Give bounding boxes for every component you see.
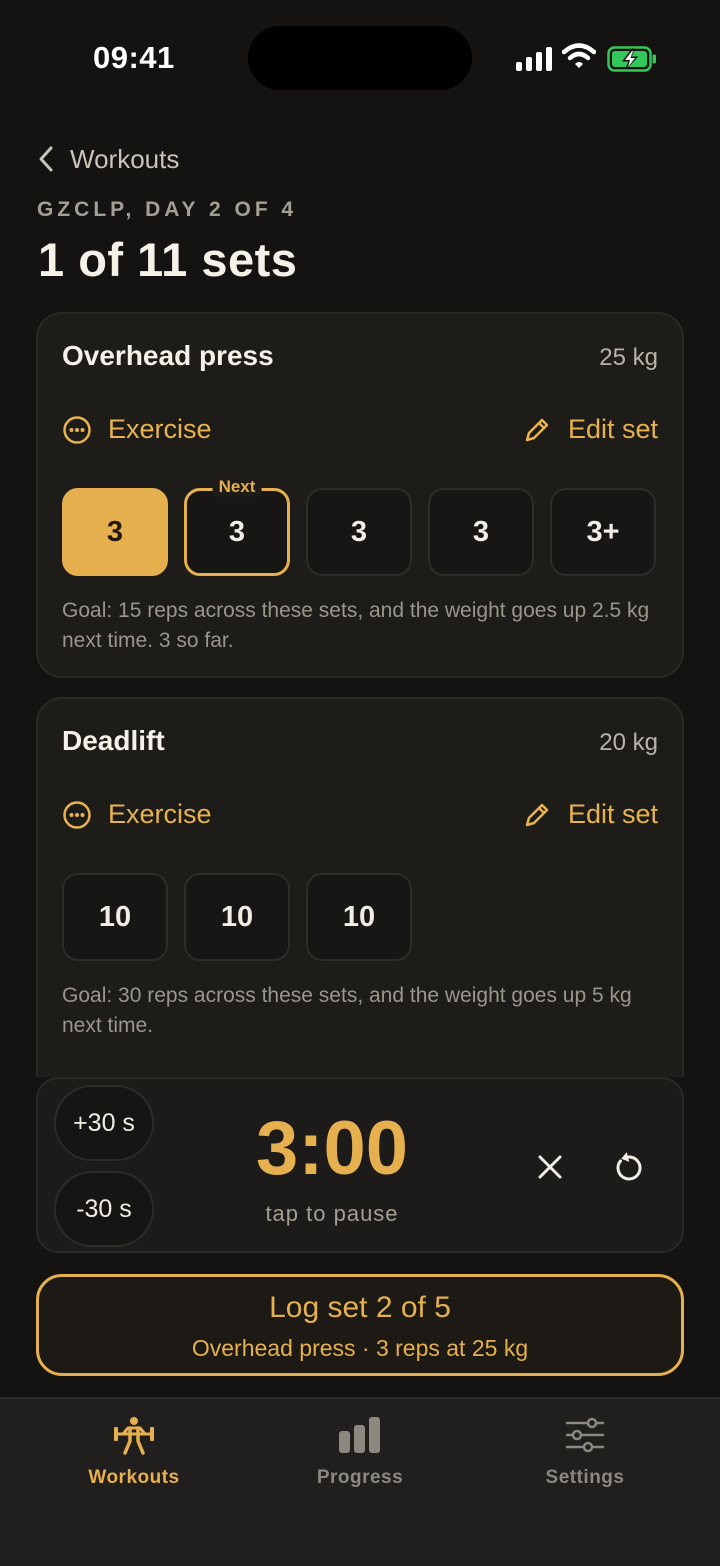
set-button-3[interactable]: 10: [306, 873, 412, 961]
tab-progress[interactable]: Progress: [270, 1413, 450, 1489]
exercise-card-deadlift: Deadlift 20 kg Exercise Edit set 10 10 1…: [36, 697, 684, 1077]
set-button-2[interactable]: Next 3: [184, 477, 290, 576]
exercise-goal: Goal: 15 reps across these sets, and the…: [62, 599, 650, 652]
sliders-icon: [565, 1417, 605, 1453]
set-reps: 3+: [586, 515, 620, 548]
tab-label: Workouts: [88, 1467, 180, 1488]
set-button-4[interactable]: 3: [428, 488, 534, 576]
set-reps: 10: [98, 900, 132, 933]
exercise-menu-label: Exercise: [108, 414, 212, 444]
log-set-title: Log set 2 of 5: [269, 1291, 451, 1324]
bar-chart-icon: [339, 1417, 380, 1453]
set-reps: 3: [350, 515, 368, 548]
log-set-subtitle: Overhead press · 3 reps at 25 kg: [191, 1335, 529, 1361]
exercise-menu-button[interactable]: Exercise: [62, 414, 212, 445]
timer-hint: tap to pause: [265, 1201, 399, 1226]
edit-set-button[interactable]: Edit set: [522, 799, 658, 830]
timer-value[interactable]: 3:00: [198, 1107, 466, 1191]
tab-label: Settings: [545, 1467, 625, 1488]
back-label: Workouts: [70, 143, 180, 174]
next-tag: Next: [212, 477, 262, 497]
edit-set-label: Edit set: [567, 799, 658, 829]
edit-set-label: Edit set: [567, 414, 658, 444]
set-reps: 3: [106, 515, 124, 548]
set-reps: 10: [342, 900, 376, 933]
set-reps: 3: [228, 515, 246, 548]
dynamic-island: [248, 26, 472, 90]
chevron-left-icon: [39, 146, 53, 172]
set-button-3[interactable]: 3: [306, 488, 412, 576]
sets-row: 10 10 10: [62, 873, 412, 961]
more-circle-icon: [63, 415, 91, 444]
pencil-icon: [525, 803, 549, 826]
exercise-name: Deadlift: [62, 725, 165, 756]
tab-label: Progress: [316, 1467, 404, 1488]
page-title: 1 of 11 sets: [38, 233, 298, 286]
set-button-2[interactable]: 10: [184, 873, 290, 961]
edit-set-button[interactable]: Edit set: [522, 414, 658, 445]
set-button-1[interactable]: 3: [62, 488, 168, 576]
set-button-5[interactable]: 3+: [550, 488, 656, 576]
set-reps: 10: [220, 900, 254, 933]
status-bar: 09:41: [0, 0, 720, 110]
battery-charging-icon: [607, 46, 656, 72]
exercise-name: Overhead press: [62, 340, 274, 371]
rest-timer: +30 s -30 s 3:00 tap to pause: [36, 1077, 684, 1253]
more-circle-icon: [63, 800, 91, 829]
set-reps: 3: [472, 515, 490, 548]
exercise-weight: 25 kg: [599, 344, 658, 371]
wifi-icon: [562, 43, 596, 68]
restart-icon[interactable]: [608, 1147, 648, 1187]
close-icon[interactable]: [530, 1147, 570, 1187]
tab-bar: Workouts Progress Settings: [0, 1397, 720, 1566]
sets-row: 3 Next 3 3 3 3+: [62, 477, 656, 576]
pencil-icon: [525, 418, 549, 441]
exercise-weight: 20 kg: [599, 729, 658, 756]
back-button[interactable]: Workouts: [36, 140, 179, 178]
exercise-menu-button[interactable]: Exercise: [62, 799, 212, 830]
tab-workouts[interactable]: Workouts: [44, 1413, 224, 1489]
log-set-button[interactable]: Log set 2 of 5 Overhead press · 3 reps a…: [36, 1274, 684, 1376]
exercise-goal: Goal: 30 reps across these sets, and the…: [62, 984, 632, 1037]
exercise-card-overhead-press: Overhead press 25 kg Exercise Edit set 3…: [36, 312, 684, 678]
cellular-signal-icon: [516, 45, 552, 71]
tab-settings[interactable]: Settings: [495, 1413, 675, 1489]
set-button-1[interactable]: 10: [62, 873, 168, 961]
status-time: 09:41: [93, 40, 175, 75]
exercise-menu-label: Exercise: [108, 799, 212, 829]
program-label: GZCLP, DAY 2 OF 4: [37, 198, 298, 221]
weightlifter-icon: [114, 1417, 154, 1455]
subtract-30s-button[interactable]: -30 s: [54, 1171, 154, 1247]
add-30s-button[interactable]: +30 s: [54, 1085, 154, 1161]
